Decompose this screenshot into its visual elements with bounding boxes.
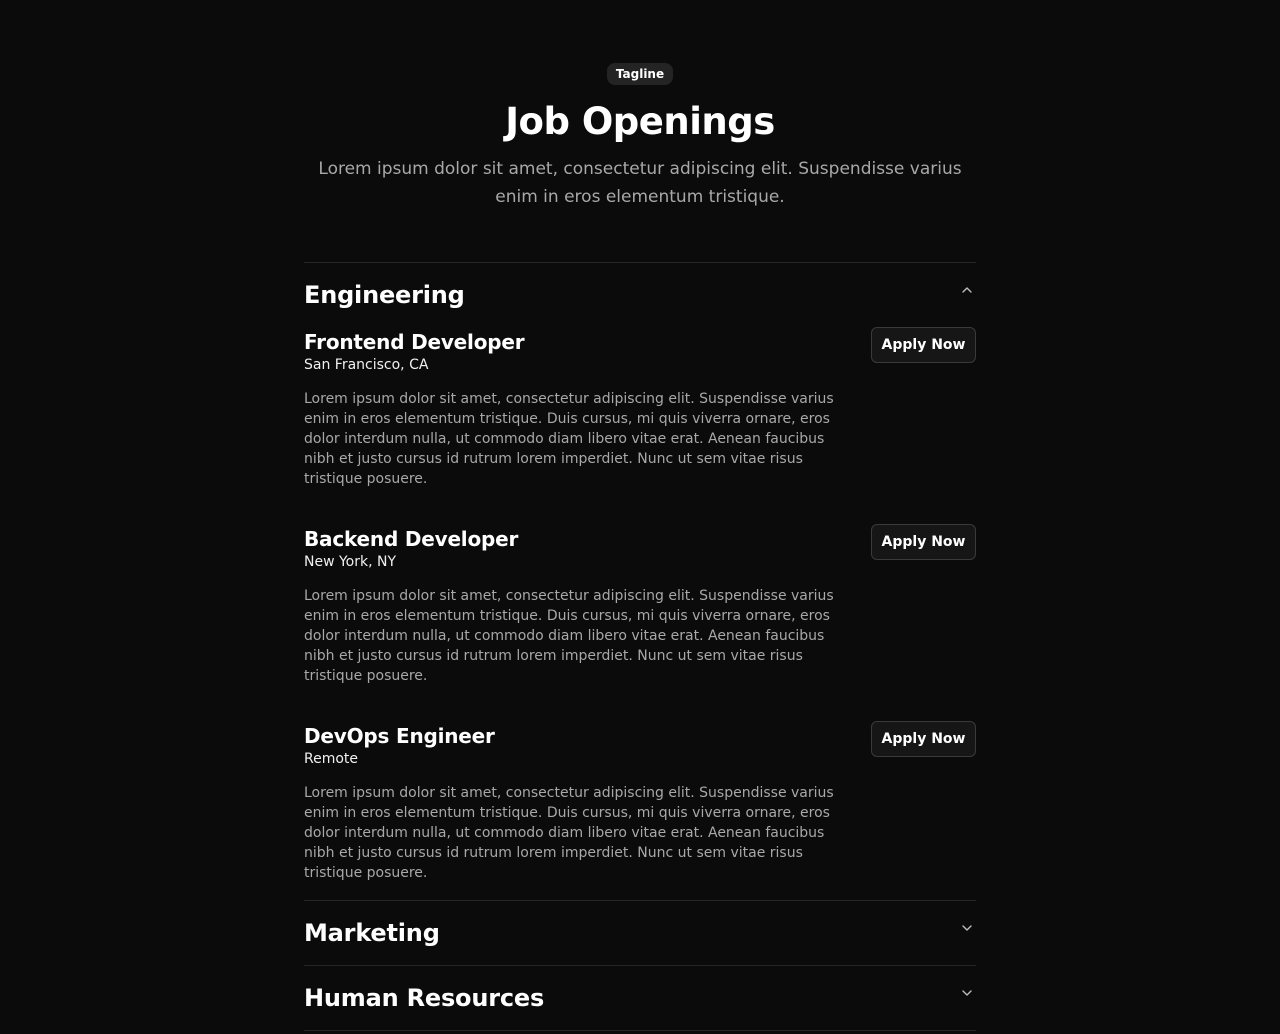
job-item: Backend Developer New York, NY Lorem ips… [304,524,976,686]
section-title: Engineering [304,281,465,309]
chevron-down-icon[interactable] [960,986,974,1000]
page-header: Tagline Job Openings Lorem ipsum dolor s… [0,63,1280,211]
section-marketing: Marketing [304,901,976,966]
job-item: DevOps Engineer Remote Lorem ipsum dolor… [304,721,976,883]
section-header-engineering[interactable]: Engineering [304,263,976,327]
apply-now-button[interactable]: Apply Now [871,524,976,560]
chevron-up-icon[interactable] [960,283,974,297]
apply-now-button[interactable]: Apply Now [871,327,976,363]
section-title: Human Resources [304,984,545,1012]
tagline-badge: Tagline [606,63,674,85]
job-item: Frontend Developer San Francisco, CA Lor… [304,327,976,489]
chevron-down-icon[interactable] [960,921,974,935]
job-description: Lorem ipsum dolor sit amet, consectetur … [304,588,834,684]
page-subtitle: Lorem ipsum dolor sit amet, consectetur … [318,159,962,207]
page-title: Job Openings [505,100,775,143]
job-accordion: Engineering Frontend Developer San Franc… [304,262,976,1031]
job-description: Lorem ipsum dolor sit amet, consectetur … [304,785,834,881]
section-header-human-resources[interactable]: Human Resources [304,966,976,1030]
section-header-marketing[interactable]: Marketing [304,901,976,965]
section-human-resources: Human Resources [304,966,976,1031]
job-description: Lorem ipsum dolor sit amet, consectetur … [304,391,834,487]
section-title: Marketing [304,919,440,947]
section-body-engineering: Frontend Developer San Francisco, CA Lor… [304,327,976,900]
job-openings-page: Tagline Job Openings Lorem ipsum dolor s… [0,0,1280,1034]
section-engineering: Engineering Frontend Developer San Franc… [304,263,976,901]
apply-now-button[interactable]: Apply Now [871,721,976,757]
